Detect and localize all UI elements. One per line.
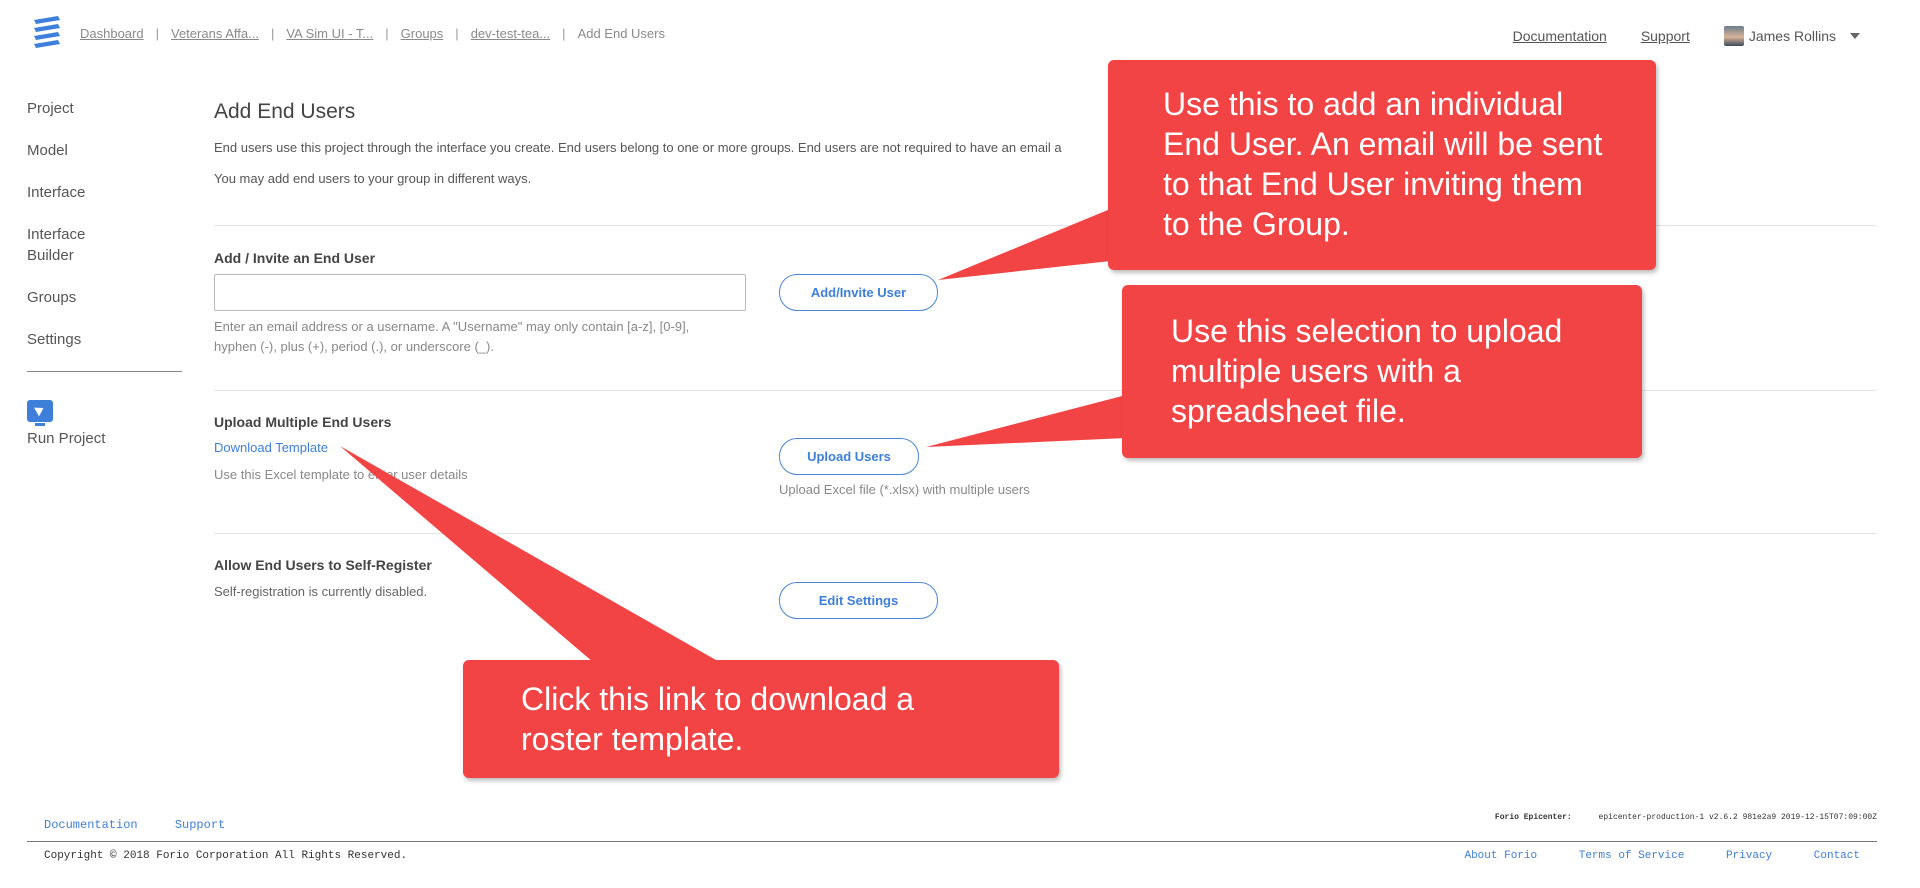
upload-section-title: Upload Multiple End Users <box>214 414 392 430</box>
breadcrumb-current: Add End Users <box>577 26 665 41</box>
version-value: epicenter-production-1 v2.6.2 981e2a9 20… <box>1598 813 1877 822</box>
edit-settings-button[interactable]: Edit Settings <box>779 582 938 619</box>
sidebar-item-groups[interactable]: Groups <box>27 287 182 308</box>
contact-link[interactable]: Contact <box>1814 850 1860 862</box>
breadcrumb-project[interactable]: VA Sim UI - T... <box>286 26 373 41</box>
forio-logo-icon[interactable] <box>32 16 62 50</box>
upload-help: Upload Excel file (*.xlsx) with multiple… <box>779 482 1030 497</box>
footer-links: Documentation Support <box>44 818 255 832</box>
footer-support-link[interactable]: Support <box>175 818 225 832</box>
about-forio-link[interactable]: About Forio <box>1464 850 1537 862</box>
breadcrumb-separator: | <box>455 26 459 41</box>
privacy-link[interactable]: Privacy <box>1726 850 1772 862</box>
breadcrumb-separator: | <box>270 26 275 41</box>
add-user-input[interactable] <box>214 274 746 311</box>
upload-callout: Use this selection to upload multiple us… <box>1122 285 1642 458</box>
terms-link[interactable]: Terms of Service <box>1579 850 1685 862</box>
version-label: Forio Epicenter: <box>1494 813 1572 822</box>
breadcrumb-group[interactable]: dev-test-tea... <box>471 26 550 41</box>
add-user-callout: Use this to add an individual End User. … <box>1108 60 1656 270</box>
section-divider <box>214 533 1876 534</box>
run-project-label: Run Project <box>27 430 106 447</box>
top-nav: Documentation Support James Rollins <box>1479 26 1860 46</box>
sidebar-divider <box>27 371 182 372</box>
upload-callout-pointer <box>926 395 1126 447</box>
breadcrumb-separator: | <box>385 26 389 41</box>
breadcrumb-dashboard[interactable]: Dashboard <box>80 26 144 41</box>
sidebar-item-interface-builder[interactable]: Interface Builder <box>27 224 97 266</box>
self-register-section-title: Allow End Users to Self-Register <box>214 557 432 573</box>
footer-documentation-link[interactable]: Documentation <box>44 818 138 832</box>
sidebar: Project Model Interface Interface Builde… <box>27 98 182 447</box>
avatar <box>1723 26 1744 46</box>
user-menu[interactable]: James Rollins <box>1723 26 1860 46</box>
breadcrumb-project-owner[interactable]: Veterans Affa... <box>171 26 259 41</box>
support-link[interactable]: Support <box>1641 28 1690 44</box>
version-info: Forio Epicenter: epicenter-production-1 … <box>1495 813 1877 822</box>
breadcrumb-separator: | <box>155 26 159 41</box>
breadcrumb-groups[interactable]: Groups <box>401 26 444 41</box>
add-user-help-line: Enter an email address or a username. A … <box>214 319 690 334</box>
self-register-status: Self-registration is currently disabled. <box>214 584 428 599</box>
copyright: Copyright © 2018 Forio Corporation All R… <box>44 850 408 862</box>
template-help: Use this Excel template to enter user de… <box>214 467 468 482</box>
user-name: James Rollins <box>1748 28 1836 44</box>
sidebar-item-project[interactable]: Project <box>27 98 182 119</box>
add-user-help: Enter an email address or a username. A … <box>214 317 689 357</box>
add-user-callout-pointer <box>938 205 1120 280</box>
sidebar-item-settings[interactable]: Settings <box>27 329 182 350</box>
add-user-section-title: Add / Invite an End User <box>214 250 376 266</box>
footer-divider <box>27 841 1877 842</box>
add-user-help-line: hyphen (-), plus (+), period (.), or und… <box>214 339 494 354</box>
breadcrumb: Dashboard | Veterans Affa... | VA Sim UI… <box>80 26 665 41</box>
legal-links: About Forio Terms of Service Privacy Con… <box>1429 850 1860 862</box>
upload-users-button[interactable]: Upload Users <box>779 438 919 475</box>
download-callout: Click this link to download a roster tem… <box>463 660 1059 778</box>
run-project-icon <box>27 400 53 426</box>
sidebar-item-interface[interactable]: Interface <box>27 182 182 203</box>
download-template-link[interactable]: Download Template <box>214 440 328 455</box>
add-invite-user-button[interactable]: Add/Invite User <box>779 274 938 311</box>
run-project-button[interactable]: Run Project <box>27 400 182 447</box>
sidebar-item-model[interactable]: Model <box>27 140 182 161</box>
documentation-link[interactable]: Documentation <box>1513 28 1607 44</box>
breadcrumb-separator: | <box>562 26 566 41</box>
chevron-down-icon[interactable] <box>1850 33 1860 39</box>
